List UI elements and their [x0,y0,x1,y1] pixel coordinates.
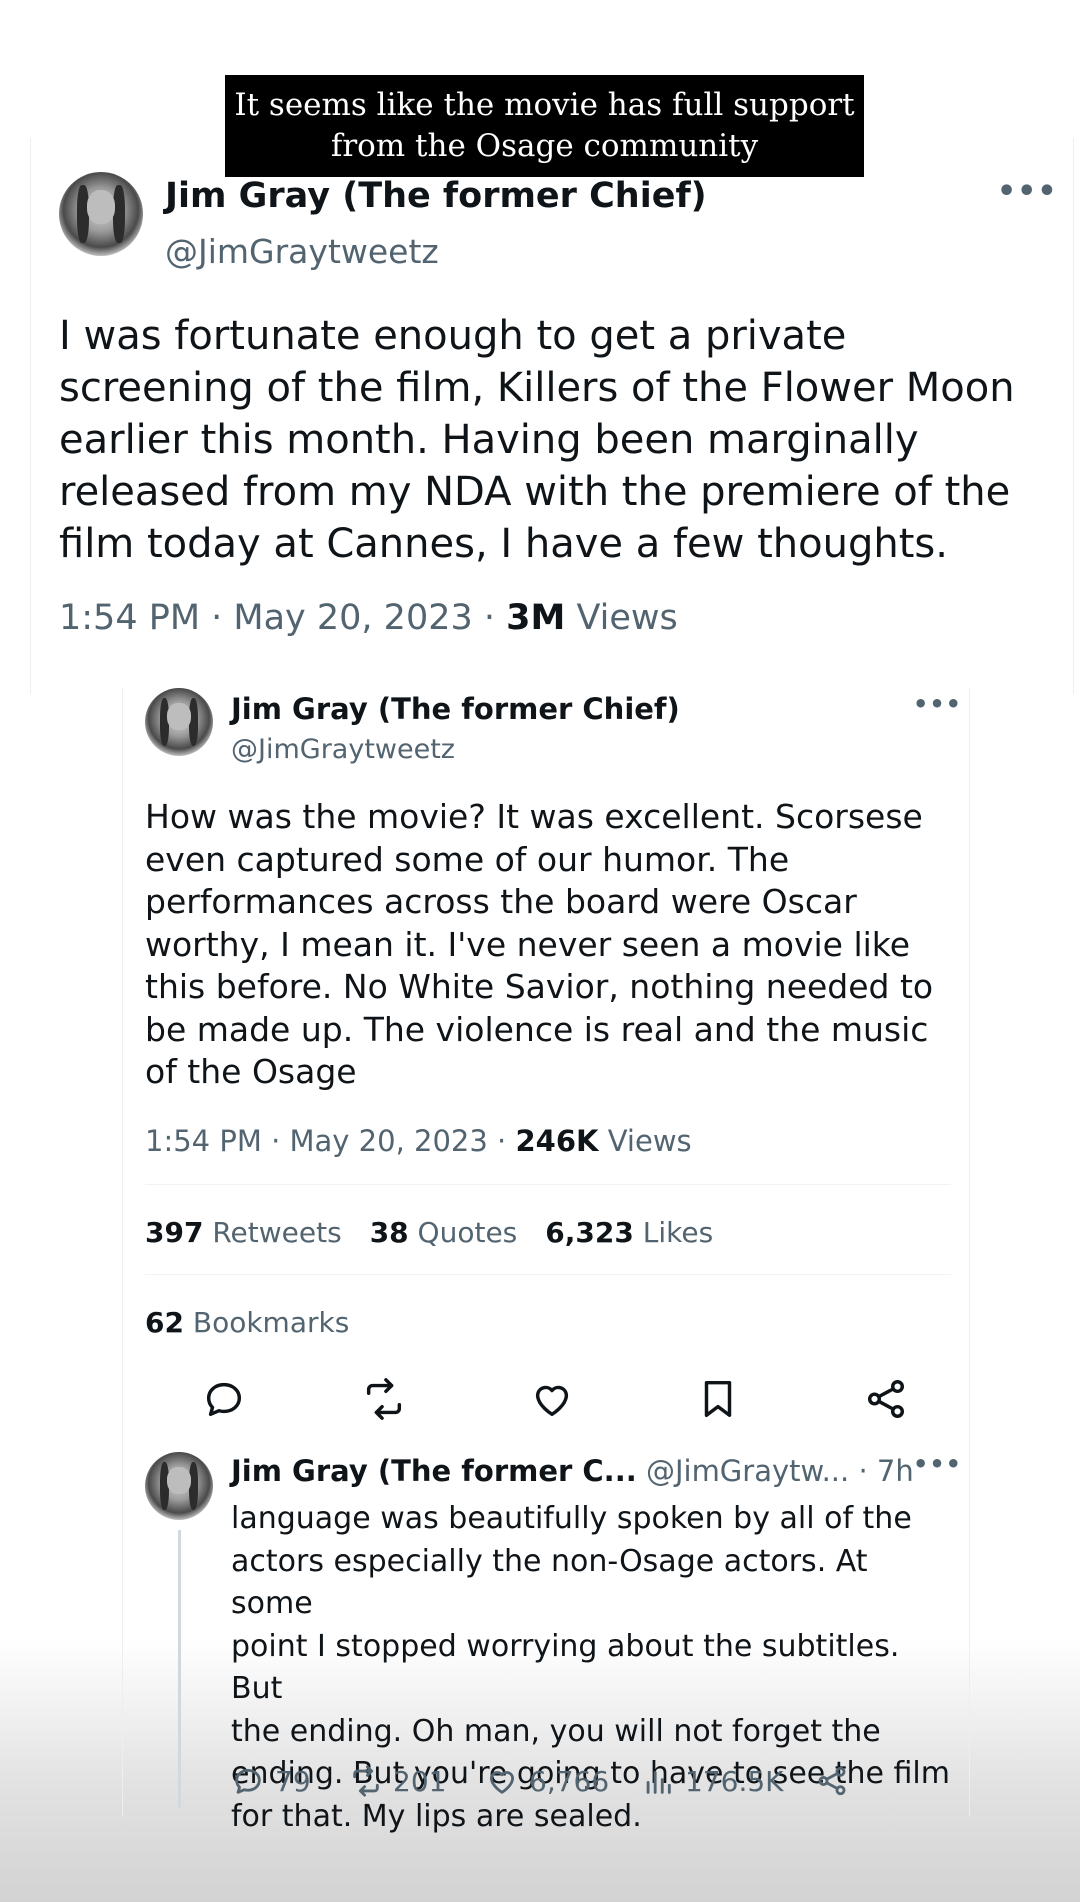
divider [145,1274,951,1275]
story-caption: It seems like the movie has full support… [225,75,864,177]
tweet-meta: 1:54 PM · May 20, 2023 · 3M Views [59,598,678,638]
tweet-meta: 1:54 PM · May 20, 2023 · 246K Views [145,1124,692,1158]
author-name[interactable]: Jim Gray (The former Chief) [165,176,707,216]
tweet-text: I was fortunate enough to get a private … [59,313,1015,567]
thread-line [178,1530,181,1808]
reply-actions: 79 201 6,766 176.5K [231,1764,931,1804]
reply-icon [235,1768,261,1794]
caption-line-1: It seems like the movie has full support [234,87,855,123]
caption-line-2: from the Osage community [330,128,759,164]
author-handle-and-time[interactable]: @JimGraytw... · 7h [637,1454,914,1488]
main-tweet-card: Jim Gray (The former Chief) @JimGraytwee… [30,138,1074,694]
views-icon [646,1771,671,1794]
views-label: Views [598,1124,692,1158]
like-icon[interactable] [529,1376,577,1424]
author-name[interactable]: Jim Gray (The former Chief) [231,692,680,726]
retweet-icon [353,1765,379,1797]
share-action[interactable] [815,1764,859,1798]
like-action[interactable]: 6,766 [485,1764,609,1798]
retweet-count: 201 [393,1764,447,1798]
avatar[interactable] [145,688,213,756]
retweets-stat[interactable]: 397 Retweets [145,1216,342,1249]
views-label: Views [565,598,678,638]
likes-stat[interactable]: 6,323 Likes [545,1216,713,1249]
share-icon[interactable] [863,1376,911,1424]
share-icon [818,1766,846,1796]
engagement-stats: 397 Retweets 38 Quotes 6,323 Likes [145,1216,713,1249]
more-icon[interactable]: ••• [913,1450,962,1478]
more-icon[interactable]: ••• [997,174,1058,209]
retweet-action[interactable]: 201 [349,1764,446,1798]
views-count: 246K [515,1124,599,1158]
tweet-text: How was the movie? It was excellent. Sco… [145,797,934,1091]
bookmark-icon[interactable] [695,1376,743,1424]
views-action[interactable]: 176.5K [641,1764,784,1798]
reply-icon[interactable] [201,1376,249,1424]
tweet-actions [145,1376,951,1432]
reply-count: 79 [275,1764,311,1798]
divider [145,1184,951,1185]
tweet-timestamp[interactable]: 1:54 PM · May 20, 2023 · [59,598,506,638]
tweet-timestamp[interactable]: 1:54 PM · May 20, 2023 · [145,1124,515,1158]
like-count: 6,766 [529,1764,610,1798]
retweet-icon[interactable] [361,1376,409,1424]
avatar[interactable] [59,172,143,256]
reply-header: Jim Gray (The former C... @JimGraytw... … [231,1454,914,1488]
views-count: 3M [506,598,566,638]
author-handle[interactable]: @JimGraytweetz [231,734,455,765]
author-handle[interactable]: @JimGraytweetz [165,232,439,271]
author-name[interactable]: Jim Gray (The former C... [231,1454,637,1488]
more-icon[interactable]: ••• [913,690,962,718]
quotes-stat[interactable]: 38 Quotes [370,1216,518,1249]
avatar[interactable] [145,1452,213,1520]
views-count: 176.5K [685,1764,784,1798]
reply-action[interactable]: 79 [231,1764,311,1798]
bookmarks-stat[interactable]: 62 Bookmarks [145,1306,349,1339]
like-icon [489,1771,515,1794]
thread-tweet-card: Jim Gray (The former Chief) @JimGraytwee… [122,688,970,1834]
